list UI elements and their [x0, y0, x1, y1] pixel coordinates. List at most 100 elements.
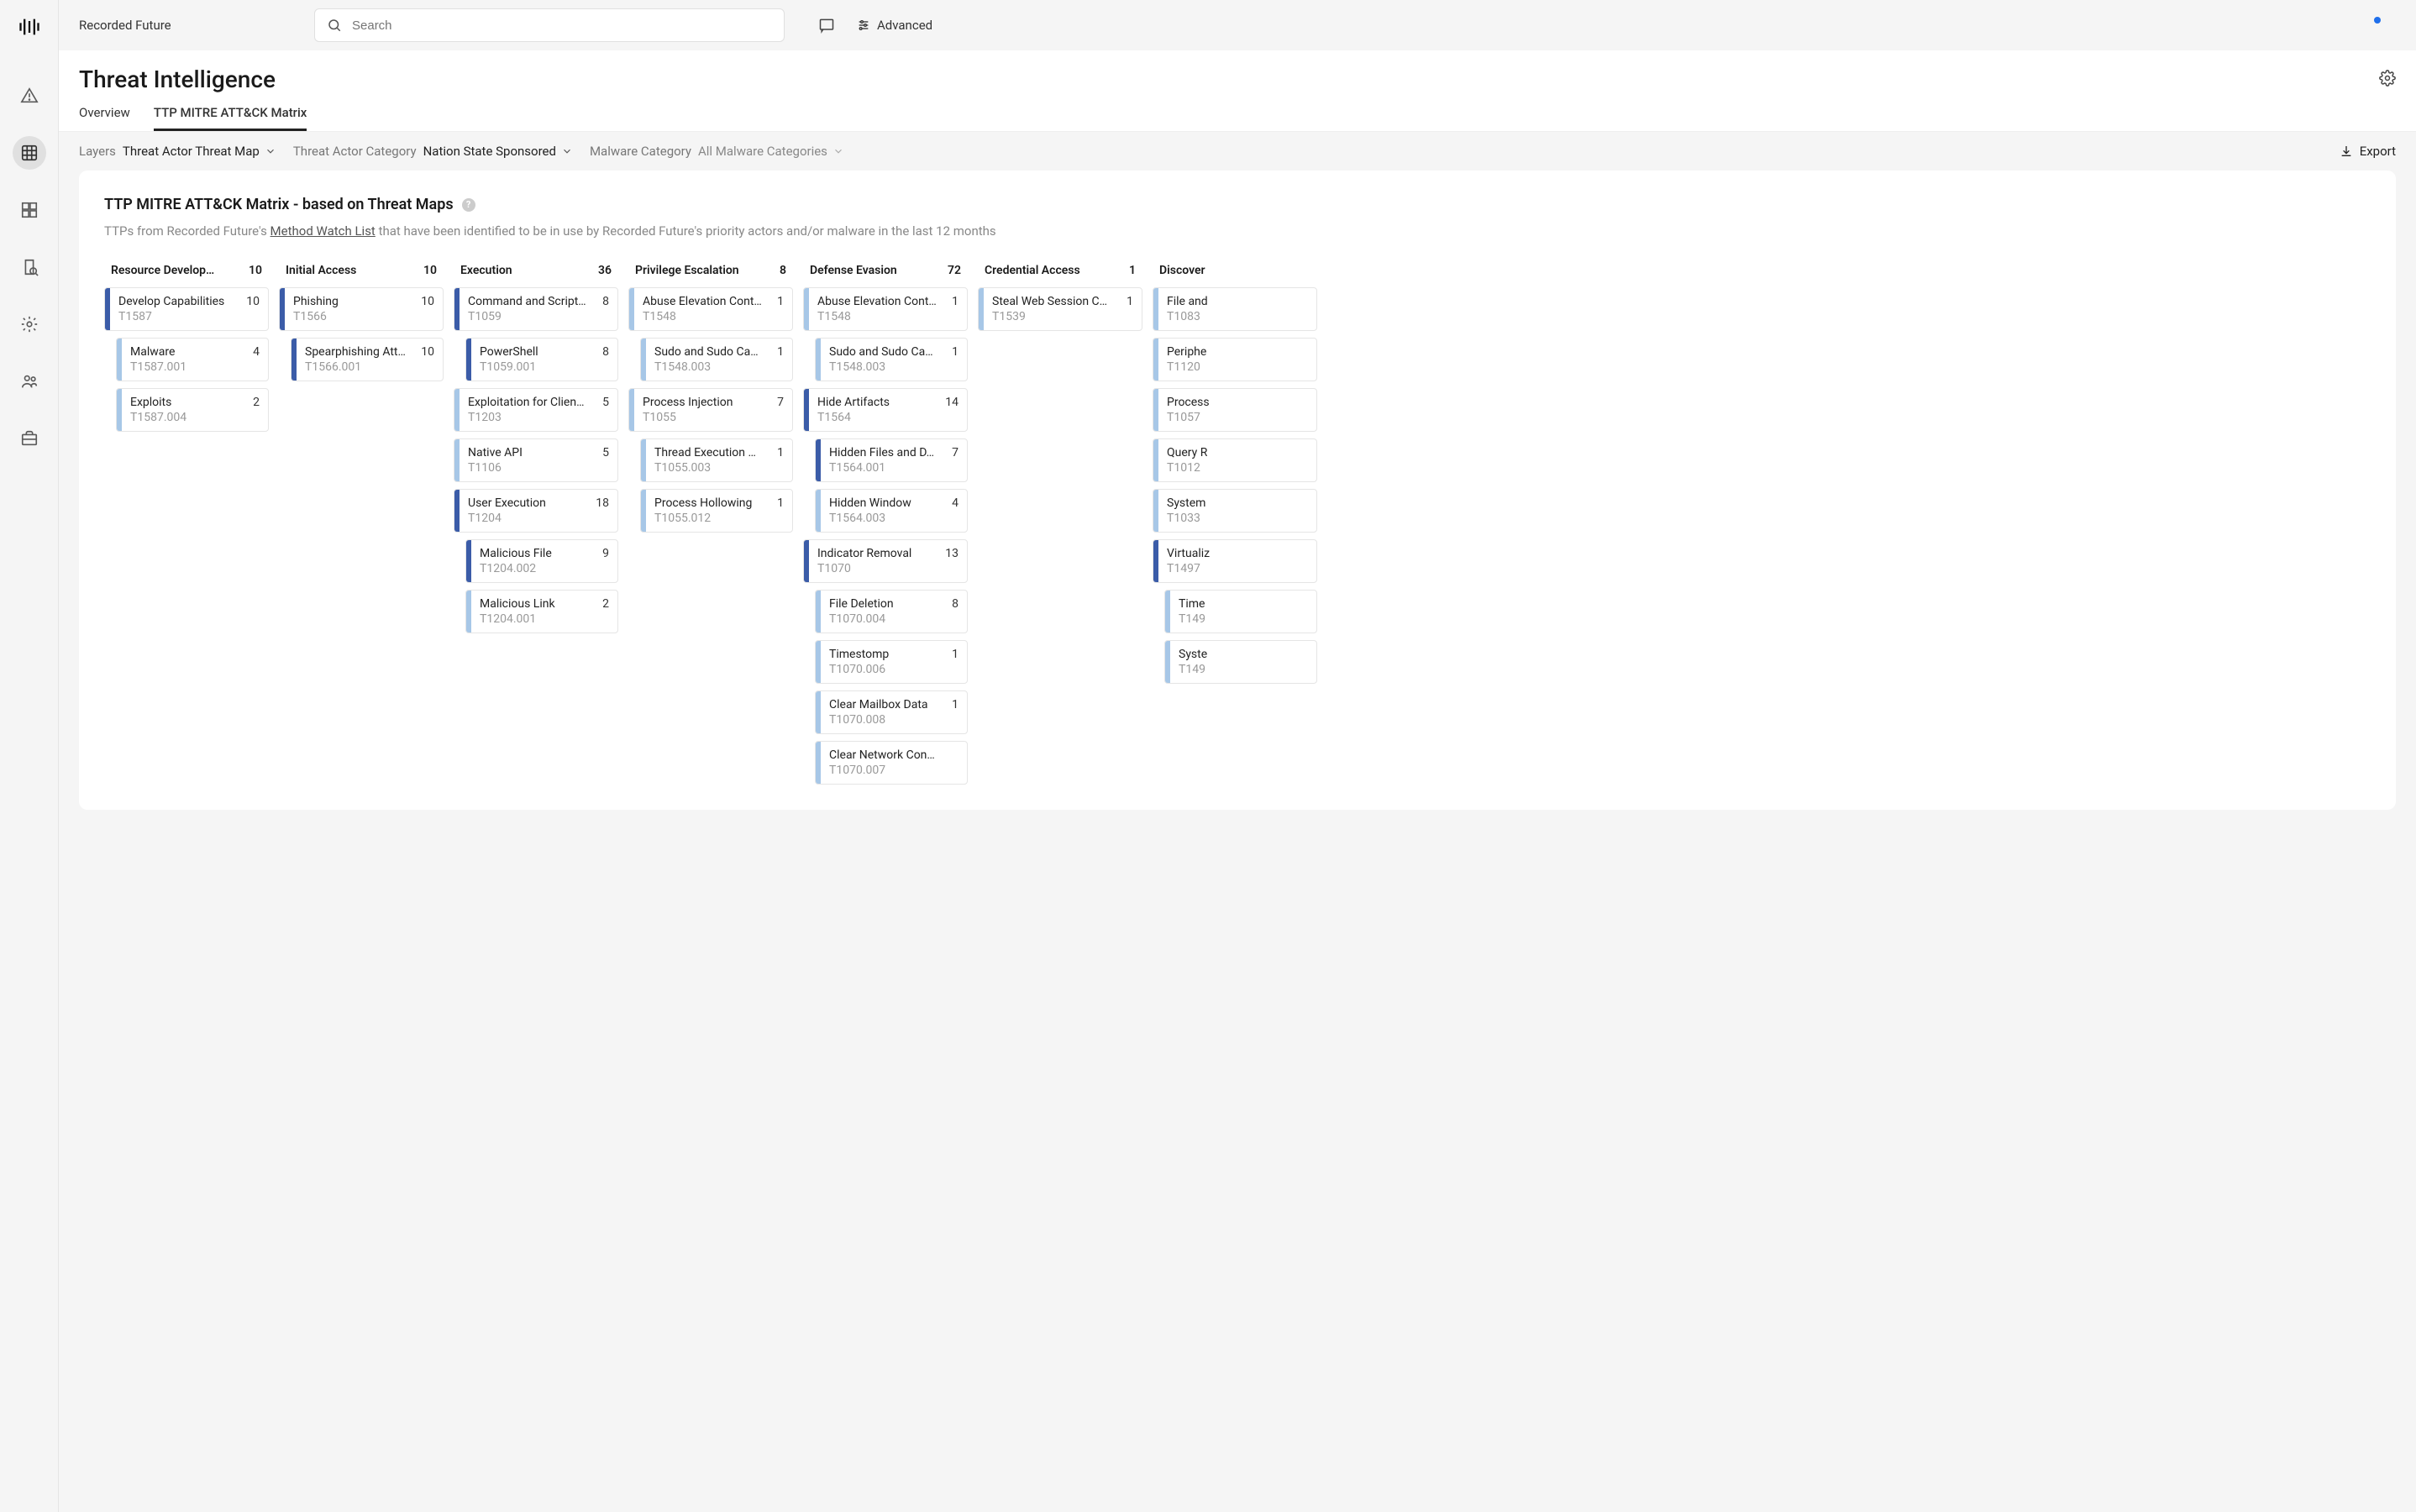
ttp-card[interactable]: VirtualizT1497 — [1153, 539, 1317, 583]
ttp-id: T1070.006 — [829, 663, 959, 676]
tab-0[interactable]: Overview — [79, 105, 130, 131]
ttp-card[interactable]: User Execution18T1204 — [454, 489, 618, 533]
ttp-card[interactable]: Develop Capabilities10T1587 — [104, 287, 269, 331]
ttp-id: T1587 — [118, 310, 260, 323]
ttp-card[interactable]: PeripheT1120 — [1153, 338, 1317, 381]
ttp-name: Malicious Link — [480, 597, 555, 611]
nav-briefcase-icon[interactable] — [13, 422, 46, 455]
ttp-card[interactable]: Malicious File9T1204.002 — [465, 539, 618, 583]
ttp-card[interactable]: Steal Web Session C…1T1539 — [978, 287, 1142, 331]
sliders-icon — [857, 18, 870, 32]
matrix-column: Defense Evasion72Abuse Elevation Cont…1T… — [803, 260, 968, 785]
ttp-id: T1539 — [992, 310, 1133, 323]
chevron-down-icon — [265, 145, 276, 157]
ttp-count: 1 — [952, 648, 959, 661]
brand-logo-icon[interactable] — [18, 15, 41, 39]
ttp-card[interactable]: ProcessT1057 — [1153, 388, 1317, 432]
matrix-column: Discover File andT1083 PeripheT1120 Process… — [1153, 260, 1317, 785]
ttp-id: T1055.003 — [654, 461, 784, 475]
card-subtitle: TTPs from Recorded Future's Method Watch… — [104, 223, 2371, 239]
ttp-card[interactable]: File andT1083 — [1153, 287, 1317, 331]
ttp-card[interactable]: Sudo and Sudo Ca…1T1548.003 — [640, 338, 793, 381]
ttp-card[interactable]: File Deletion8T1070.004 — [815, 590, 968, 633]
ttp-name: Abuse Elevation Cont… — [643, 295, 762, 308]
ttp-name: Hidden Window — [829, 496, 911, 510]
ttp-card[interactable]: Clear Network Con…T1070.007 — [815, 741, 968, 785]
ttp-card[interactable]: Abuse Elevation Cont…1T1548 — [803, 287, 968, 331]
ttp-id: T1033 — [1167, 512, 1308, 525]
filter-bar: Layers Threat Actor Threat Map Threat Ac… — [59, 132, 2416, 171]
page-settings-icon[interactable] — [2379, 70, 2396, 90]
ttp-count: 10 — [246, 295, 260, 308]
ttp-name: User Execution — [468, 496, 546, 510]
ttp-name: Thread Execution … — [654, 446, 756, 459]
ttp-count: 7 — [952, 446, 959, 459]
ttp-card[interactable]: Exploitation for Clien…5T1203 — [454, 388, 618, 432]
ttp-card[interactable]: TimeT149 — [1164, 590, 1317, 633]
ttp-card[interactable]: PowerShell8T1059.001 — [465, 338, 618, 381]
column-header: Discover — [1153, 260, 1317, 281]
ttp-id: T1497 — [1167, 562, 1308, 575]
tab-1[interactable]: TTP MITRE ATT&CK Matrix — [154, 105, 307, 131]
ttp-card[interactable]: Abuse Elevation Cont…1T1548 — [628, 287, 793, 331]
export-button[interactable]: Export — [2340, 144, 2396, 159]
nav-matrix-icon[interactable] — [13, 136, 46, 170]
ttp-count: 8 — [602, 345, 609, 359]
ttp-card[interactable]: Malicious Link2T1204.001 — [465, 590, 618, 633]
ttp-card[interactable]: SystemT1033 — [1153, 489, 1317, 533]
nav-settings-icon[interactable] — [13, 307, 46, 341]
filter-actor-value[interactable]: Nation State Sponsored — [423, 144, 573, 159]
ttp-id: T1587.004 — [130, 411, 260, 424]
ttp-card[interactable]: Hide Artifacts14T1564 — [803, 388, 968, 432]
ttp-card[interactable]: Malware4T1587.001 — [116, 338, 269, 381]
ttp-name: Hidden Files and D… — [829, 446, 934, 459]
ttp-card[interactable]: Spearphishing Att…10T1566.001 — [291, 338, 444, 381]
chevron-down-icon — [561, 145, 573, 157]
nav-alerts-icon[interactable] — [13, 79, 46, 113]
ttp-id: T149 — [1179, 663, 1308, 676]
ttp-id: T1059 — [468, 310, 609, 323]
ttp-name: Native API — [468, 446, 523, 459]
ttp-card[interactable]: Thread Execution …1T1055.003 — [640, 438, 793, 482]
ttp-name: Syste — [1179, 648, 1207, 661]
ttp-card[interactable]: Timestomp 1 T1070.006 — [815, 640, 968, 684]
info-icon[interactable]: ? — [462, 198, 475, 212]
ttp-count: 14 — [945, 396, 959, 409]
ttp-name: Process Hollowing — [654, 496, 752, 510]
filter-layers-value[interactable]: Threat Actor Threat Map — [123, 144, 276, 159]
search-input[interactable] — [352, 18, 772, 33]
ttp-id: T149 — [1179, 612, 1308, 626]
ttp-card[interactable]: Sudo and Sudo Ca…1T1548.003 — [815, 338, 968, 381]
chat-icon[interactable] — [818, 17, 835, 34]
ttp-id: T1564.003 — [829, 512, 959, 525]
ttp-count: 10 — [421, 295, 434, 308]
ttp-card[interactable]: Exploits2T1587.004 — [116, 388, 269, 432]
ttp-id: T1587.001 — [130, 360, 260, 374]
ttp-card[interactable]: Command and Script…8T1059 — [454, 287, 618, 331]
ttp-name: Timestomp — [829, 648, 889, 661]
method-watchlist-link[interactable]: Method Watch List — [270, 223, 376, 239]
nav-users-icon[interactable] — [13, 365, 46, 398]
global-search[interactable] — [314, 8, 785, 42]
column-header: Credential Access1 — [978, 260, 1142, 281]
ttp-card[interactable]: Phishing10T1566 — [279, 287, 444, 331]
ttp-card[interactable]: Process Hollowing1T1055.012 — [640, 489, 793, 533]
ttp-card[interactable]: Hidden Window4T1564.003 — [815, 489, 968, 533]
ttp-count: 18 — [596, 496, 609, 510]
nav-search-page-icon[interactable] — [13, 250, 46, 284]
ttp-name: Process Injection — [643, 396, 733, 409]
ttp-card[interactable]: Query RT1012 — [1153, 438, 1317, 482]
ttp-card[interactable]: Syste T149 — [1164, 640, 1317, 684]
filter-malware-value[interactable]: All Malware Categories — [698, 144, 844, 159]
page-tabs: Overview TTP MITRE ATT&CK Matrix — [79, 105, 2396, 131]
ttp-card[interactable]: Indicator Removal13T1070 — [803, 539, 968, 583]
ttp-name: Malware — [130, 345, 175, 359]
matrix-card: TTP MITRE ATT&CK Matrix - based on Threa… — [79, 171, 2396, 810]
ttp-card[interactable]: Hidden Files and D…7T1564.001 — [815, 438, 968, 482]
ttp-count: 2 — [602, 597, 609, 611]
ttp-card[interactable]: Clear Mailbox Data1T1070.008 — [815, 690, 968, 734]
ttp-card[interactable]: Process Injection7T1055 — [628, 388, 793, 432]
advanced-search-button[interactable]: Advanced — [857, 18, 932, 33]
ttp-card[interactable]: Native API5T1106 — [454, 438, 618, 482]
nav-dashboard-icon[interactable] — [13, 193, 46, 227]
